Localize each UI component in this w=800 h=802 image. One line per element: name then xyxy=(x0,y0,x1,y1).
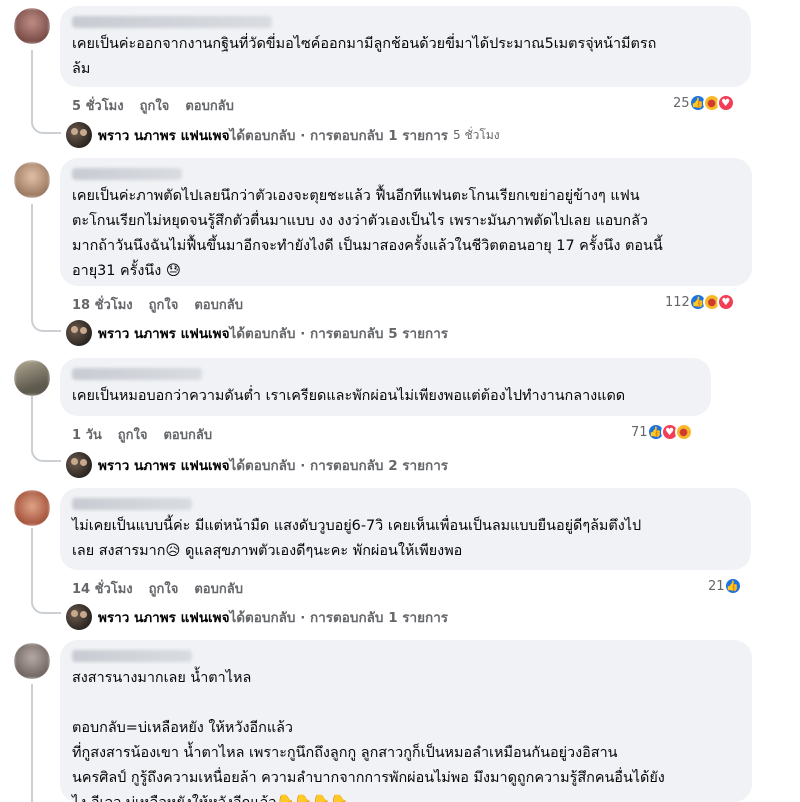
page-avatar xyxy=(66,122,92,148)
comment-bubble: เคยเป็นค่ะออกจากงานกฐินที่วัดขี่มอไซค์ออ… xyxy=(60,6,751,87)
author-name-redacted[interactable] xyxy=(72,16,272,28)
thread-line xyxy=(31,396,33,446)
reply-summary: ได้ตอบกลับ · การตอบกลับ 1 รายการ xyxy=(229,610,449,626)
author-name-redacted[interactable] xyxy=(72,168,182,180)
reply-time: 5 ชั่วโมง xyxy=(453,127,500,142)
comment-text: เคยเป็นค่ะออกจากงานกฐินที่วัดขี่มอไซค์ออ… xyxy=(72,36,657,77)
reaction-summary[interactable]: 21 👍 xyxy=(708,577,742,595)
reply-author: พราว นภาพร แฟนเพจ xyxy=(98,128,230,144)
thread-line xyxy=(31,204,33,316)
author-name-redacted[interactable] xyxy=(72,368,202,380)
like-button[interactable]: ถูกใจ xyxy=(149,578,179,599)
page-avatar xyxy=(66,604,92,630)
thread-elbow xyxy=(31,446,61,462)
reaction-summary[interactable]: 71 👍 ♥ ● xyxy=(631,423,693,441)
reaction-count: 21 xyxy=(708,578,725,594)
like-button[interactable]: ถูกใจ xyxy=(118,424,148,445)
comment-bubble: เคยเป็นค่ะภาพตัดไปเลยนึกว่าตัวเองจะตุยชะ… xyxy=(60,158,752,286)
thread-elbow xyxy=(31,598,61,614)
reaction-count: 71 xyxy=(631,424,648,440)
thread-line xyxy=(31,50,33,118)
comment-actions: 14 ชั่วโมง ถูกใจ ตอบกลับ xyxy=(72,578,243,599)
comment-bubble: ไม่เคยเป็นแบบนี้ค่ะ มีแต่หน้ามืด แสงดับว… xyxy=(60,488,751,570)
avatar[interactable] xyxy=(14,162,50,198)
replies-link[interactable]: พราว นภาพร แฟนเพจ ได้ตอบกลับ · การตอบกลั… xyxy=(66,320,448,346)
thread-elbow xyxy=(31,316,61,332)
thread-line xyxy=(31,528,33,598)
reaction-count: 112 xyxy=(665,294,690,310)
reply-button[interactable]: ตอบกลับ xyxy=(194,578,243,599)
comment-text: สงสารนางมากเลย น้ำตาไหล ตอบกลับ=บ่เหลือห… xyxy=(72,670,665,802)
reply-summary: ได้ตอบกลับ · การตอบกลับ 1 รายการ xyxy=(229,128,449,144)
reply-author: พราว นภาพร แฟนเพจ xyxy=(98,610,230,626)
page-avatar xyxy=(66,320,92,346)
comment-bubble: สงสารนางมากเลย น้ำตาไหล ตอบกลับ=บ่เหลือห… xyxy=(60,640,752,802)
comment-actions: 1 วัน ถูกใจ ตอบกลับ xyxy=(72,424,212,445)
reply-button[interactable]: ตอบกลับ xyxy=(163,424,212,445)
reply-button[interactable]: ตอบกลับ xyxy=(185,95,234,116)
author-name-redacted[interactable] xyxy=(72,498,192,510)
page-avatar xyxy=(66,452,92,478)
comment-actions: 5 ชั่วโมง ถูกใจ ตอบกลับ xyxy=(72,95,234,116)
reaction-count: 25 xyxy=(673,95,690,111)
reaction-summary[interactable]: 25 👍 ● ♥ xyxy=(673,94,735,112)
reply-author: พราว นภาพร แฟนเพจ xyxy=(98,326,230,342)
replies-link[interactable]: พราว นภาพร แฟนเพจ ได้ตอบกลับ · การตอบกลั… xyxy=(66,122,500,148)
comment-time[interactable]: 1 วัน xyxy=(72,424,102,445)
avatar[interactable] xyxy=(14,490,50,526)
replies-link[interactable]: พราว นภาพร แฟนเพจ ได้ตอบกลับ · การตอบกลั… xyxy=(66,452,448,478)
comment-text: เคยเป็นหมอบอกว่าความดันต่ำ เราเครียดและพ… xyxy=(72,388,626,404)
avatar[interactable] xyxy=(14,360,50,396)
love-reaction-icon: ♥ xyxy=(716,293,735,311)
like-button[interactable]: ถูกใจ xyxy=(149,294,179,315)
thread-line xyxy=(31,684,33,802)
author-name-redacted[interactable] xyxy=(72,650,192,662)
reply-button[interactable]: ตอบกลับ xyxy=(194,294,243,315)
like-reaction-icon: 👍 xyxy=(723,577,742,595)
love-reaction-icon: ♥ xyxy=(716,94,735,112)
replies-link[interactable]: พราว นภาพร แฟนเพจ ได้ตอบกลับ · การตอบกลั… xyxy=(66,604,448,630)
comment-text: ไม่เคยเป็นแบบนี้ค่ะ มีแต่หน้ามืด แสงดับว… xyxy=(72,518,642,559)
comment-bubble: เคยเป็นหมอบอกว่าความดันต่ำ เราเครียดและพ… xyxy=(60,358,711,416)
care-reaction-icon: ● xyxy=(674,423,693,441)
avatar[interactable] xyxy=(14,643,50,679)
comment-time[interactable]: 5 ชั่วโมง xyxy=(72,95,124,116)
avatar[interactable] xyxy=(14,8,50,44)
reply-summary: ได้ตอบกลับ · การตอบกลับ 2 รายการ xyxy=(229,458,449,474)
comment-time[interactable]: 14 ชั่วโมง xyxy=(72,578,133,599)
reply-author: พราว นภาพร แฟนเพจ xyxy=(98,458,230,474)
comment-text: เคยเป็นค่ะภาพตัดไปเลยนึกว่าตัวเองจะตุยชะ… xyxy=(72,188,663,279)
like-button[interactable]: ถูกใจ xyxy=(140,95,170,116)
reply-summary: ได้ตอบกลับ · การตอบกลับ 5 รายการ xyxy=(229,326,449,342)
comment-time[interactable]: 18 ชั่วโมง xyxy=(72,294,133,315)
thread-elbow xyxy=(31,118,61,134)
reaction-summary[interactable]: 112 👍 ● ♥ xyxy=(665,293,735,311)
comment-actions: 18 ชั่วโมง ถูกใจ ตอบกลับ xyxy=(72,294,243,315)
